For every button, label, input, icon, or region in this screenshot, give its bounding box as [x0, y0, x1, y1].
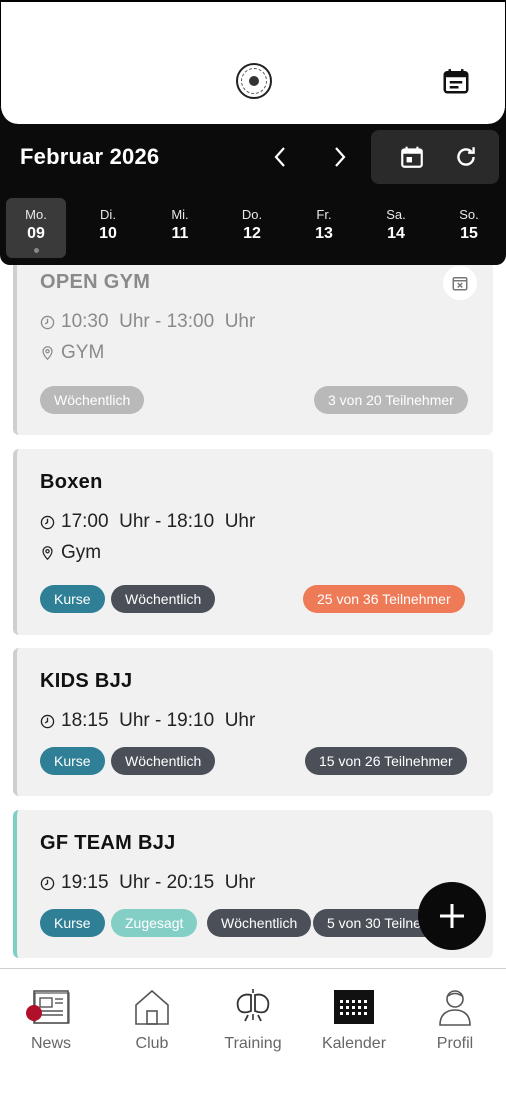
event-time: 10:30 Uhr - 13:00 Uhr [40, 311, 255, 333]
nav-kalender[interactable]: Kalender [304, 987, 404, 1053]
event-title: Boxen [40, 471, 103, 493]
day-monday[interactable]: Mo. 09 [6, 198, 66, 258]
nav-training[interactable]: Training [203, 987, 303, 1053]
event-time: 19:15 Uhr - 20:15 Uhr [40, 872, 255, 894]
today-calendar-icon[interactable] [399, 144, 425, 170]
calendar-remove-icon [452, 277, 468, 291]
clock-icon [40, 315, 55, 329]
chevron-right-icon [335, 147, 346, 167]
badge-weekly: Wöchentlich [111, 747, 216, 775]
nav-news[interactable]: News [1, 987, 101, 1053]
previous-week-button[interactable] [268, 144, 292, 170]
event-card-boxen[interactable]: Boxen 17:00 Uhr - 18:10 Uhr Gym Kurse Wö… [13, 449, 493, 635]
event-time: 18:15 Uhr - 19:10 Uhr [40, 710, 255, 732]
clock-icon [40, 876, 55, 890]
clock-icon [40, 714, 55, 728]
badge-weekly: Wöchentlich [40, 386, 145, 414]
badge-kurse: Kurse [40, 585, 105, 613]
day-tuesday[interactable]: Di. 10 [78, 198, 138, 258]
event-title: OPEN GYM [40, 271, 151, 293]
participants-badge: 3 von 20 Teilnehmer [314, 386, 468, 414]
participants-badge: 15 von 26 Teilnehmer [305, 747, 467, 775]
add-event-button[interactable] [418, 882, 486, 950]
calendar-icon[interactable] [441, 66, 471, 96]
event-title: KIDS BJJ [40, 670, 133, 692]
day-wednesday[interactable]: Mi. 11 [150, 198, 210, 258]
week-days: Mo. 09 Di. 10 Mi. 11 Do. 12 Fr. 13 Sa. 1… [0, 198, 506, 260]
chevron-left-icon [274, 147, 285, 167]
home-icon [135, 989, 169, 1025]
notification-dot [26, 1005, 42, 1021]
event-title: GF TEAM BJJ [40, 832, 176, 854]
app-header [0, 0, 506, 124]
day-friday[interactable]: Fr. 13 [294, 198, 354, 258]
calendar-grid-icon [334, 990, 374, 1024]
cancel-event-button[interactable] [443, 266, 477, 300]
plus-icon [440, 904, 464, 928]
day-saturday[interactable]: Sa. 14 [366, 198, 426, 258]
next-week-button[interactable] [328, 144, 352, 170]
day-sunday[interactable]: So. 15 [439, 198, 499, 258]
profile-icon [439, 990, 471, 1026]
location-pin-icon [42, 546, 53, 561]
calendar-bar: Februar 2026 Mo. 09 Di. 10 Mi. 11 Do. 12… [0, 108, 506, 265]
badge-weekly: Wöchentlich [111, 585, 216, 613]
event-dot [34, 248, 39, 253]
participants-badge: 25 von 36 Teilnehmer [303, 585, 465, 613]
club-logo[interactable] [236, 63, 272, 99]
month-title: Februar 2026 [20, 144, 160, 169]
nav-club[interactable]: Club [102, 987, 202, 1053]
location-pin-icon [42, 346, 53, 361]
event-card-gf-team-bjj[interactable]: GF TEAM BJJ 19:15 Uhr - 20:15 Uhr Kurse … [13, 810, 493, 958]
event-location: Gym [40, 542, 101, 564]
badge-weekly: Wöchentlich [207, 909, 312, 937]
gloves-icon [236, 989, 270, 1022]
event-card-kids-bjj[interactable]: KIDS BJJ 18:15 Uhr - 19:10 Uhr Kurse Wöc… [13, 648, 493, 796]
refresh-icon[interactable] [453, 144, 479, 170]
event-time: 17:00 Uhr - 18:10 Uhr [40, 511, 255, 533]
clock-icon [40, 515, 55, 529]
day-thursday[interactable]: Do. 12 [222, 198, 282, 258]
calendar-tools [371, 130, 499, 184]
badge-accepted: Zugesagt [111, 909, 198, 937]
nav-profil[interactable]: Profil [405, 987, 505, 1053]
event-location: GYM [40, 342, 104, 364]
bottom-navigation: News Club Training Kalender Profil [0, 968, 506, 1100]
badge-kurse: Kurse [40, 747, 105, 775]
badge-kurse: Kurse [40, 909, 105, 937]
